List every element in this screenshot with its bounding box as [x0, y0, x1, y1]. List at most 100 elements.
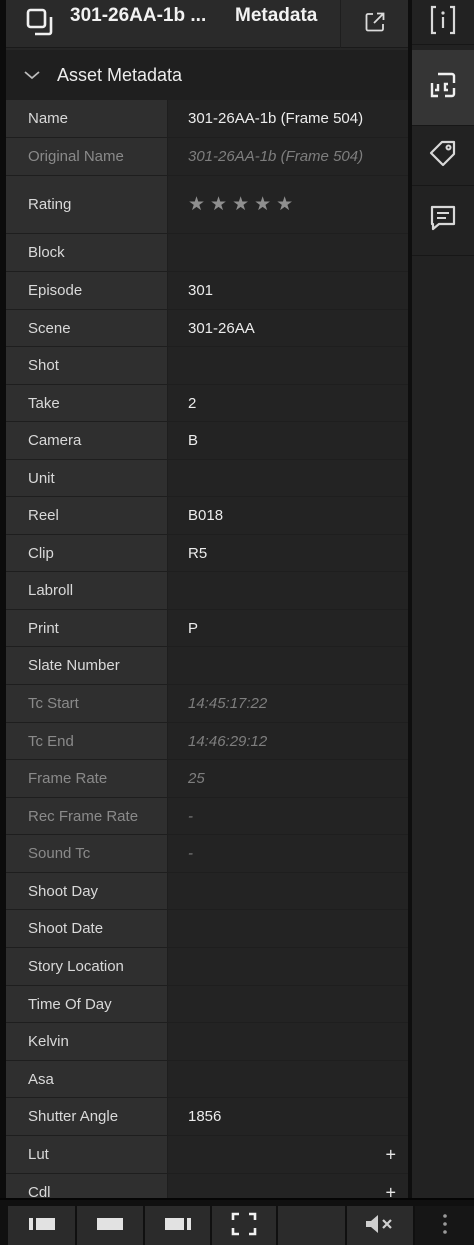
metadata-row: Shot — [6, 347, 408, 385]
metadata-label: Lut — [6, 1136, 168, 1173]
metadata-row: Tc Start 14:45:17:22 — [6, 685, 408, 723]
external-link-icon — [364, 11, 386, 38]
blank-tool[interactable] — [278, 1206, 345, 1245]
metadata-value[interactable]: + — [168, 1136, 408, 1173]
metadata-row: Block — [6, 234, 408, 272]
layout-left-button[interactable] — [8, 1206, 75, 1245]
layout-right-button[interactable] — [145, 1206, 210, 1245]
metadata-label: Labroll — [6, 572, 168, 609]
metadata-row: Unit — [6, 460, 408, 497]
metadata-row: Reel B018 — [6, 497, 408, 535]
metadata-label: Print — [6, 610, 168, 646]
metadata-value: 25 — [168, 760, 408, 797]
metadata-value[interactable]: 1856 — [168, 1098, 408, 1135]
metadata-label: Rating — [6, 176, 168, 233]
layout-full-icon — [96, 1216, 124, 1237]
metadata-value-text: - — [188, 807, 193, 825]
star-rating[interactable]: ★★★★★ — [188, 193, 298, 216]
metadata-label: Scene — [6, 310, 168, 346]
metadata-row: Lut + — [6, 1136, 408, 1174]
metadata-row: Episode 301 — [6, 272, 408, 310]
metadata-label: Cdl — [6, 1174, 168, 1198]
metadata-row: Frame Rate 25 — [6, 760, 408, 798]
metadata-label: Name — [6, 100, 168, 137]
metadata-row: Cdl + — [6, 1174, 408, 1198]
metadata-value[interactable] — [168, 910, 408, 947]
metadata-label: Slate Number — [6, 647, 168, 684]
metadata-value-text: 301-26AA — [188, 319, 255, 337]
metadata-label: Rec Frame Rate — [6, 798, 168, 834]
tags-tab[interactable] — [412, 126, 474, 186]
metadata-value[interactable]: ★★★★★ — [168, 176, 408, 233]
metadata-row: Camera B — [6, 422, 408, 460]
metadata-label: Sound Tc — [6, 835, 168, 872]
panel-header: 301-26AA-1b ... Metadata — [6, 0, 408, 48]
add-icon[interactable]: + — [385, 1182, 396, 1198]
metadata-label: Tc Start — [6, 685, 168, 722]
metadata-value[interactable] — [168, 572, 408, 609]
more-icon — [442, 1213, 448, 1240]
metadata-value[interactable] — [168, 1061, 408, 1097]
metadata-label: Block — [6, 234, 168, 271]
section-title: Asset Metadata — [57, 65, 183, 85]
metadata-value[interactable]: + — [168, 1174, 408, 1198]
metadata-value[interactable]: B018 — [168, 497, 408, 534]
metadata-value[interactable] — [168, 1023, 408, 1060]
metadata-row: Time Of Day — [6, 986, 408, 1023]
frame-tab[interactable] — [412, 50, 474, 126]
metadata-value[interactable]: 2 — [168, 385, 408, 421]
metadata-row: Name 301-26AA-1b (Frame 504) — [6, 100, 408, 138]
comments-tab[interactable] — [412, 186, 474, 256]
metadata-value-text: 1856 — [188, 1108, 222, 1125]
metadata-value[interactable]: R5 — [168, 535, 408, 571]
more-button[interactable] — [415, 1206, 474, 1245]
chevron-down-icon — [23, 68, 41, 86]
fullscreen-button[interactable] — [212, 1206, 276, 1245]
layout-right-icon — [164, 1216, 192, 1237]
metadata-value[interactable]: P — [168, 610, 408, 646]
comment-icon — [427, 202, 459, 239]
right-sidebar — [412, 0, 474, 1198]
metadata-label: Asa — [6, 1061, 168, 1097]
metadata-row: Shoot Day — [6, 873, 408, 910]
mute-icon — [364, 1212, 396, 1241]
metadata-label: Unit — [6, 460, 168, 496]
metadata-row: Original Name 301-26AA-1b (Frame 504) — [6, 138, 408, 176]
metadata-value[interactable] — [168, 460, 408, 496]
layout-full-button[interactable] — [77, 1206, 143, 1245]
asset-metadata-section-toggle[interactable]: Asset Metadata — [6, 50, 408, 100]
metadata-value[interactable] — [168, 234, 408, 271]
metadata-value[interactable] — [168, 948, 408, 985]
metadata-label: Original Name — [6, 138, 168, 175]
info-tab[interactable] — [412, 0, 474, 45]
metadata-row: Story Location — [6, 948, 408, 986]
metadata-value: 14:46:29:12 — [168, 723, 408, 759]
metadata-label: Frame Rate — [6, 760, 168, 797]
metadata-value[interactable] — [168, 347, 408, 384]
metadata-value-text: 2 — [188, 394, 197, 412]
metadata-value[interactable]: 301-26AA-1b (Frame 504) — [168, 100, 408, 137]
metadata-value-text: 14:45:17:22 — [188, 695, 268, 712]
metadata-value[interactable] — [168, 873, 408, 909]
frame-icon — [427, 69, 459, 106]
metadata-row: Shutter Angle 1856 — [6, 1098, 408, 1136]
add-icon[interactable]: + — [385, 1144, 396, 1165]
metadata-value[interactable] — [168, 986, 408, 1022]
metadata-value-text: B — [188, 432, 199, 449]
metadata-value[interactable] — [168, 647, 408, 684]
metadata-value[interactable]: 301 — [168, 272, 408, 309]
metadata-value: 301-26AA-1b (Frame 504) — [168, 138, 408, 175]
layout-left-icon — [28, 1216, 56, 1237]
metadata-value-text: B018 — [188, 507, 224, 524]
metadata-value[interactable]: 301-26AA — [168, 310, 408, 346]
metadata-row: Scene 301-26AA — [6, 310, 408, 347]
popout-button[interactable] — [340, 0, 408, 48]
metadata-row: Clip R5 — [6, 535, 408, 572]
metadata-row: Sound Tc - — [6, 835, 408, 873]
metadata-value[interactable]: B — [168, 422, 408, 459]
metadata-row: Rating ★★★★★ — [6, 176, 408, 234]
metadata-label: Shot — [6, 347, 168, 384]
bottom-toolbar — [0, 1198, 474, 1245]
metadata-label: Episode — [6, 272, 168, 309]
mute-button[interactable] — [347, 1206, 413, 1245]
